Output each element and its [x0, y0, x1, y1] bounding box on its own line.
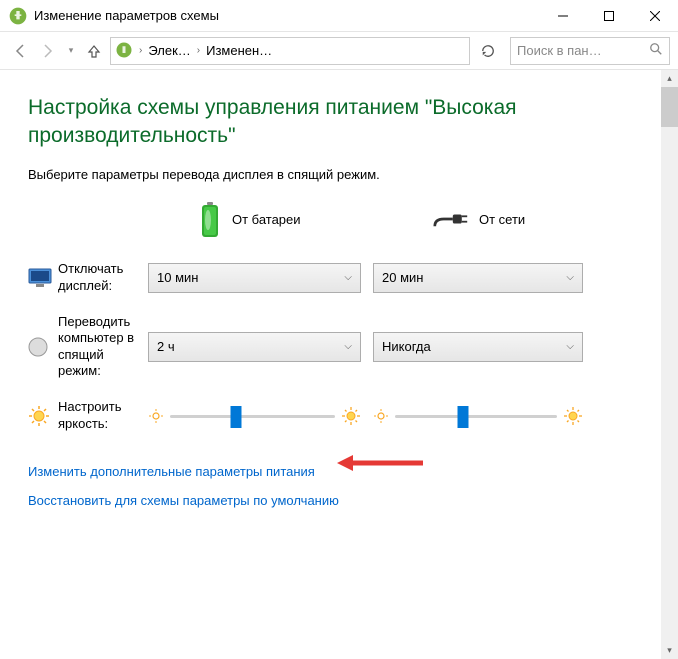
- search-placeholder: Поиск в пан…: [517, 43, 649, 58]
- slider-thumb[interactable]: [458, 406, 469, 428]
- chevron-down-icon: ⌵: [566, 272, 574, 283]
- dropdown-value: Никогда: [382, 339, 431, 354]
- brightness-battery-slider[interactable]: [148, 404, 361, 428]
- restore-defaults-link[interactable]: Восстановить для схемы параметры по умол…: [28, 493, 339, 508]
- breadcrumb[interactable]: › Элек… › Изменен…: [110, 37, 470, 65]
- dropdown-value: 10 мин: [157, 270, 198, 285]
- window-title: Изменение параметров схемы: [34, 8, 540, 23]
- brightness-low-icon: [148, 408, 164, 424]
- chevron-right-icon[interactable]: ›: [197, 45, 200, 56]
- breadcrumb-item[interactable]: Элек…: [144, 43, 194, 58]
- forward-button[interactable]: [36, 39, 60, 63]
- search-icon: [649, 42, 663, 59]
- row-label: Отключать дисплей:: [58, 261, 148, 294]
- close-button[interactable]: [632, 0, 678, 32]
- annotation-arrow-icon: [335, 451, 425, 478]
- chevron-down-icon: ⌵: [566, 341, 574, 352]
- battery-icon: [198, 202, 222, 238]
- brightness-high-icon: [563, 406, 583, 426]
- navbar: ▾ › Элек… › Изменен… Поиск в пан…: [0, 32, 678, 70]
- column-label-ac: От сети: [479, 212, 525, 227]
- column-label-battery: От батареи: [232, 212, 301, 227]
- power-plan-icon: [8, 6, 28, 26]
- sun-icon: [28, 405, 50, 427]
- row-label: Переводить компьютер в спящий режим:: [58, 314, 148, 379]
- content-area: Настройка схемы управления питанием "Выс…: [0, 70, 661, 659]
- advanced-settings-link[interactable]: Изменить дополнительные параметры питани…: [28, 464, 315, 479]
- search-input[interactable]: Поиск в пан…: [510, 37, 670, 65]
- up-button[interactable]: [82, 39, 106, 63]
- moon-icon: [28, 337, 48, 357]
- chevron-right-icon[interactable]: ›: [139, 45, 142, 56]
- row-sleep: Переводить компьютер в спящий режим: 2 ч…: [28, 312, 641, 382]
- dropdown-value: 2 ч: [157, 339, 175, 354]
- power-plan-icon: [115, 41, 135, 61]
- scroll-up-button[interactable]: ▴: [661, 70, 678, 87]
- row-display-off: Отключать дисплей: 10 мин ⌵ 20 мин ⌵: [28, 256, 641, 300]
- column-headers: От батареи От сети: [28, 202, 641, 238]
- maximize-button[interactable]: [586, 0, 632, 32]
- display-off-battery-dropdown[interactable]: 10 мин ⌵: [148, 263, 361, 293]
- breadcrumb-item[interactable]: Изменен…: [202, 43, 276, 58]
- sleep-battery-dropdown[interactable]: 2 ч ⌵: [148, 332, 361, 362]
- vertical-scrollbar[interactable]: ▴ ▾: [661, 70, 678, 659]
- page-title: Настройка схемы управления питанием "Выс…: [28, 94, 641, 151]
- window-controls: [540, 0, 678, 32]
- plug-icon: [433, 208, 469, 232]
- brightness-high-icon: [341, 406, 361, 426]
- scroll-thumb[interactable]: [661, 87, 678, 127]
- row-brightness: Настроить яркость:: [28, 394, 641, 438]
- sleep-ac-dropdown[interactable]: Никогда ⌵: [373, 332, 583, 362]
- chevron-down-icon: ⌵: [344, 341, 352, 352]
- minimize-button[interactable]: [540, 0, 586, 32]
- refresh-button[interactable]: [476, 39, 500, 63]
- row-label: Настроить яркость:: [58, 399, 148, 432]
- display-off-ac-dropdown[interactable]: 20 мин ⌵: [373, 263, 583, 293]
- brightness-low-icon: [373, 408, 389, 424]
- page-subtitle: Выберите параметры перевода дисплея в сп…: [28, 167, 641, 182]
- monitor-icon: [28, 268, 52, 288]
- scroll-down-button[interactable]: ▾: [661, 642, 678, 659]
- chevron-down-icon: ⌵: [344, 272, 352, 283]
- recent-locations-button[interactable]: ▾: [64, 45, 78, 56]
- brightness-ac-slider[interactable]: [373, 404, 583, 428]
- slider-thumb[interactable]: [231, 406, 242, 428]
- titlebar: Изменение параметров схемы: [0, 0, 678, 32]
- dropdown-value: 20 мин: [382, 270, 423, 285]
- back-button[interactable]: [8, 39, 32, 63]
